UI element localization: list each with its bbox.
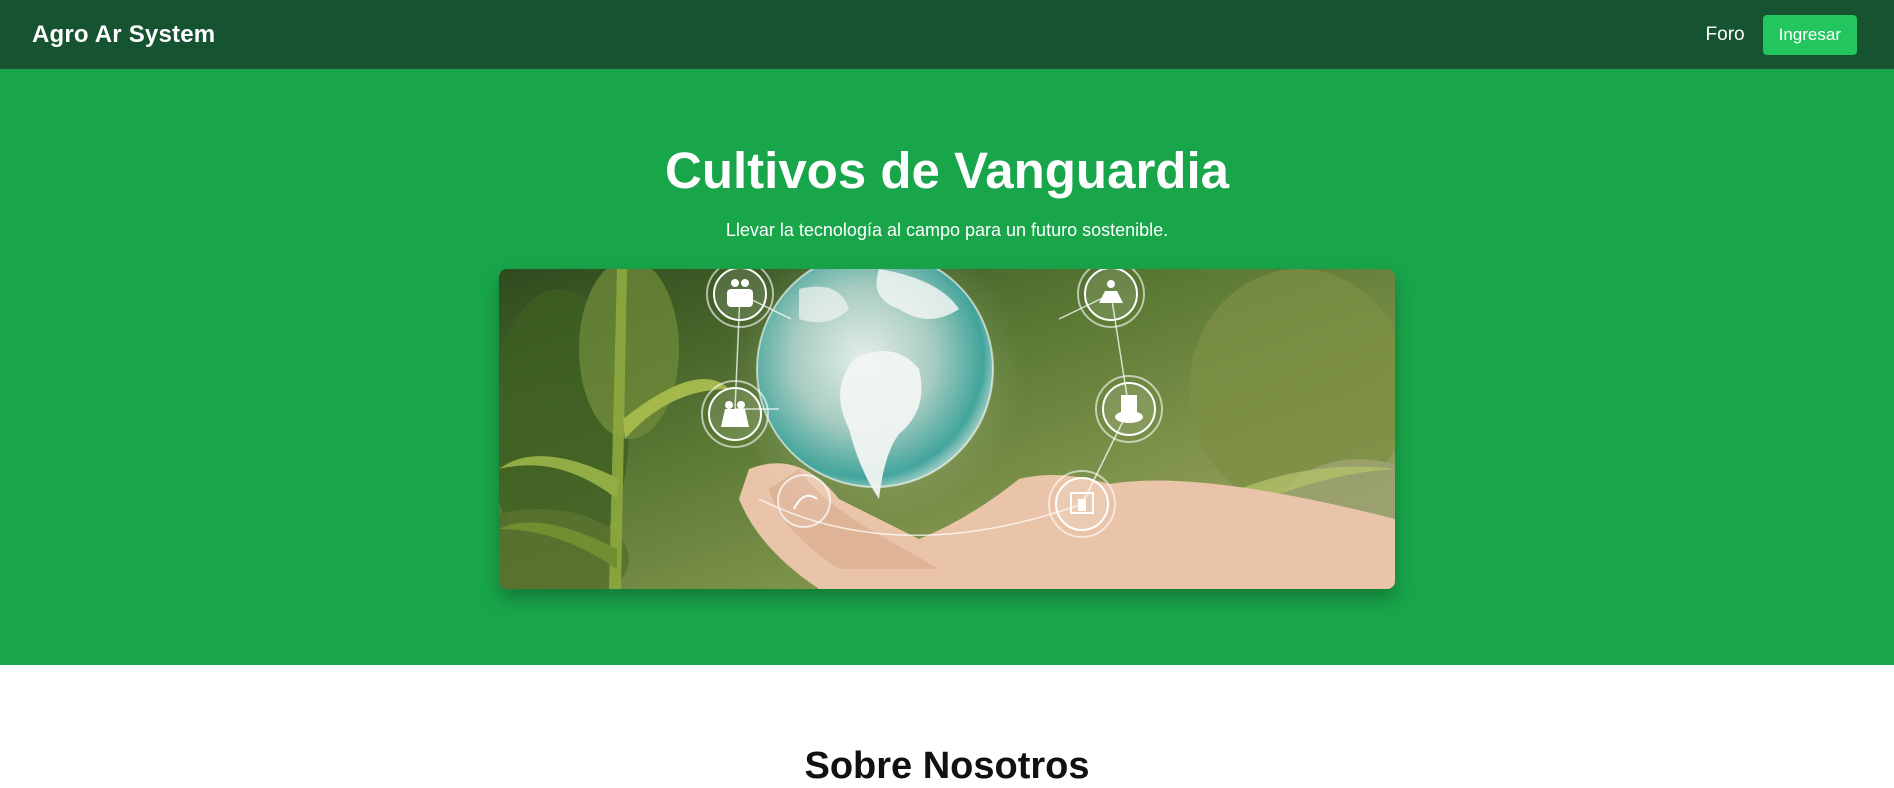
irrigation-icon <box>1095 375 1163 443</box>
hero-subtitle: Llevar la tecnología al campo para un fu… <box>725 220 1169 240</box>
about-title: Sobre Nosotros <box>804 745 1090 787</box>
login-button[interactable]: Ingresar <box>1762 14 1857 55</box>
nav-links: Foro Ingresar <box>1706 14 1857 55</box>
building-icon <box>1048 470 1116 538</box>
brand-logo[interactable]: Agro Ar System <box>32 21 215 49</box>
about-section: Sobre Nosotros <box>0 665 1894 788</box>
plant-icon <box>777 474 831 528</box>
hero-image <box>499 269 1395 589</box>
hero-illustration <box>499 269 1395 589</box>
navbar: Agro Ar System Foro Ingresar <box>0 0 1894 69</box>
hero-section: Cultivos de Vanguardia Llevar la tecnolo… <box>0 69 1894 665</box>
nav-link-foro[interactable]: Foro <box>1706 24 1745 46</box>
farmer-icon <box>701 380 769 448</box>
hero-title: Cultivos de Vanguardia <box>665 142 1229 199</box>
